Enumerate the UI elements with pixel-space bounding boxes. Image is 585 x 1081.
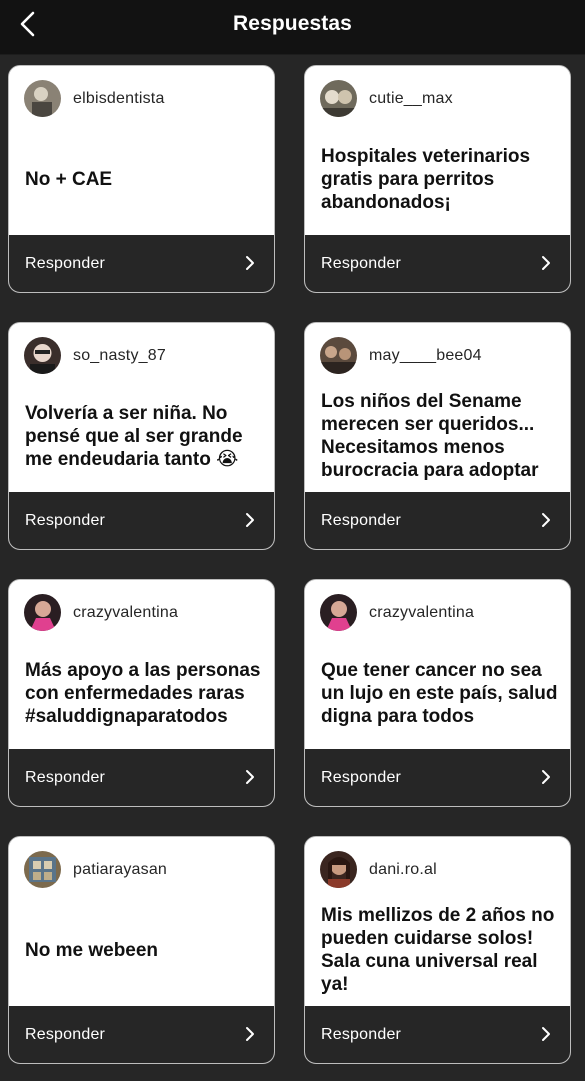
reply-card-content: crazyvalentina Más apoyo a las personas … xyxy=(9,580,274,750)
reply-message: Más apoyo a las personas con enfermedade… xyxy=(25,659,261,727)
respond-button[interactable]: Responder xyxy=(9,749,274,806)
avatar[interactable] xyxy=(320,80,357,117)
reply-card: patiarayasan No me webeen Responder xyxy=(8,836,275,1064)
reply-card: dani.ro.al Mis mellizos de 2 años no pue… xyxy=(304,836,571,1064)
avatar[interactable] xyxy=(24,851,61,888)
username[interactable]: so_nasty_87 xyxy=(73,347,166,365)
respond-label: Responder xyxy=(25,511,106,529)
username[interactable]: patiarayasan xyxy=(73,861,167,879)
reply-card: so_nasty_87 Volvería a ser niña. No pens… xyxy=(8,322,275,550)
avatar[interactable] xyxy=(320,851,357,888)
chevron-right-icon xyxy=(542,1027,550,1041)
chevron-right-icon xyxy=(246,256,254,270)
avatar[interactable] xyxy=(24,594,61,631)
avatar[interactable] xyxy=(320,594,357,631)
avatar[interactable] xyxy=(24,80,61,117)
reply-card: crazyvalentina Que tener cancer no sea u… xyxy=(304,579,571,807)
chevron-right-icon xyxy=(542,770,550,784)
respond-label: Responder xyxy=(25,254,106,272)
reply-message: No me webeen xyxy=(25,939,159,961)
reply-message: Mis mellizos de 2 años no pueden cuidars… xyxy=(321,905,555,995)
respond-button[interactable]: Responder xyxy=(9,235,274,292)
reply-message: Que tener cancer no sea un lujo en este … xyxy=(321,659,558,727)
reply-card-content: elbisdentista No + CAE xyxy=(9,66,274,236)
respond-button[interactable]: Responder xyxy=(305,1006,570,1063)
respond-button[interactable]: Responder xyxy=(9,492,274,549)
respond-label: Responder xyxy=(25,768,106,786)
reply-card: cutie__max Hospitales veterinarios grati… xyxy=(304,65,571,293)
respond-label: Responder xyxy=(321,1025,402,1043)
replies-grid: elbisdentista No + CAE Responder cutie__… xyxy=(8,65,578,1064)
reply-message: No + CAE xyxy=(25,168,113,190)
respond-label: Responder xyxy=(321,511,402,529)
chevron-right-icon xyxy=(246,513,254,527)
respond-button[interactable]: Responder xyxy=(9,1006,274,1063)
respond-label: Responder xyxy=(25,1025,106,1043)
reply-card-content: crazyvalentina Que tener cancer no sea u… xyxy=(305,580,570,750)
respond-label: Responder xyxy=(321,254,402,272)
reply-card-content: cutie__max Hospitales veterinarios grati… xyxy=(305,66,570,236)
respond-button[interactable]: Responder xyxy=(305,492,570,549)
reply-card: elbisdentista No + CAE Responder xyxy=(8,65,275,293)
respond-button[interactable]: Responder xyxy=(305,235,570,292)
username[interactable]: may____bee04 xyxy=(369,347,482,365)
chevron-right-icon xyxy=(542,256,550,270)
reply-card-content: so_nasty_87 Volvería a ser niña. No pens… xyxy=(9,323,274,493)
reply-card: crazyvalentina Más apoyo a las personas … xyxy=(8,579,275,807)
reply-card: may____bee04 Los niños del Sename merece… xyxy=(304,322,571,550)
respond-button[interactable]: Responder xyxy=(305,749,570,806)
chevron-right-icon xyxy=(246,1027,254,1041)
top-bar: Respuestas xyxy=(0,0,585,55)
respond-label: Responder xyxy=(321,768,402,786)
reply-message: Hospitales veterinarios gratis para perr… xyxy=(321,145,531,213)
avatar[interactable] xyxy=(24,337,61,374)
username[interactable]: crazyvalentina xyxy=(73,604,178,622)
avatar[interactable] xyxy=(320,337,357,374)
page-title: Respuestas xyxy=(233,12,352,35)
username[interactable]: elbisdentista xyxy=(73,90,165,108)
reply-message: Los niños del Sename merecen ser querido… xyxy=(321,391,539,481)
username[interactable]: dani.ro.al xyxy=(369,861,437,879)
chevron-right-icon xyxy=(246,770,254,784)
reply-message: Volvería a ser niña. No pensé que al ser… xyxy=(25,402,243,470)
reply-card-content: may____bee04 Los niños del Sename merece… xyxy=(305,323,570,493)
reply-card-content: patiarayasan No me webeen xyxy=(9,837,274,1007)
reply-card-content: dani.ro.al Mis mellizos de 2 años no pue… xyxy=(305,837,570,1007)
username[interactable]: crazyvalentina xyxy=(369,604,474,622)
chevron-right-icon xyxy=(542,513,550,527)
username[interactable]: cutie__max xyxy=(369,90,453,108)
